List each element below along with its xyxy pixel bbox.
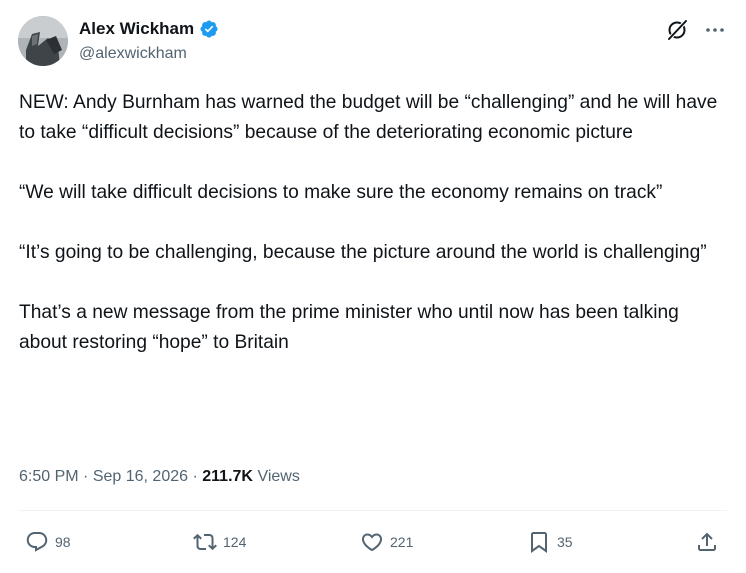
repost-button[interactable]: 124 bbox=[193, 530, 246, 554]
share-button[interactable] bbox=[695, 530, 719, 554]
views-label: Views bbox=[257, 468, 300, 485]
heart-icon bbox=[361, 533, 383, 552]
tweet-time[interactable]: 6:50 PM bbox=[19, 468, 79, 485]
tweet-text: NEW: Andy Burnham has warned the budget … bbox=[19, 88, 731, 358]
author-name-row[interactable]: Alex Wickham bbox=[79, 19, 219, 39]
repost-count: 124 bbox=[223, 534, 247, 550]
grok-icon[interactable] bbox=[665, 18, 689, 42]
avatar[interactable] bbox=[18, 16, 68, 66]
reply-count: 98 bbox=[55, 534, 71, 550]
share-icon bbox=[698, 532, 716, 551]
reply-icon bbox=[26, 532, 48, 552]
divider bbox=[19, 510, 727, 511]
verified-badge-icon bbox=[200, 20, 218, 38]
bookmark-count: 35 bbox=[557, 534, 573, 550]
views-count: 211.7K bbox=[202, 468, 253, 485]
meta-separator: · bbox=[83, 468, 93, 485]
more-options-icon[interactable] bbox=[703, 18, 727, 42]
bookmark-button[interactable]: 35 bbox=[527, 530, 573, 554]
tweet-paragraph: “It’s going to be challenging, because t… bbox=[19, 242, 707, 263]
author-handle[interactable]: @alexwickham bbox=[79, 45, 187, 63]
tweet-meta: 6:50 PM · Sep 16, 2026 · 211.7K Views bbox=[19, 468, 300, 486]
profile-photo-icon bbox=[18, 16, 68, 66]
like-button[interactable]: 221 bbox=[360, 530, 413, 554]
tweet-date[interactable]: Sep 16, 2026 bbox=[93, 468, 188, 485]
reply-button[interactable]: 98 bbox=[25, 530, 71, 554]
meta-separator: · bbox=[192, 468, 203, 485]
tweet-paragraph: “We will take difficult decisions to mak… bbox=[19, 182, 663, 203]
like-count: 221 bbox=[390, 534, 414, 550]
bookmark-icon bbox=[531, 532, 547, 553]
repost-icon bbox=[193, 533, 217, 551]
tweet-paragraph: That’s a new message from the prime mini… bbox=[19, 302, 679, 353]
tweet-paragraph: NEW: Andy Burnham has warned the budget … bbox=[19, 92, 718, 143]
author-name[interactable]: Alex Wickham bbox=[79, 19, 194, 39]
